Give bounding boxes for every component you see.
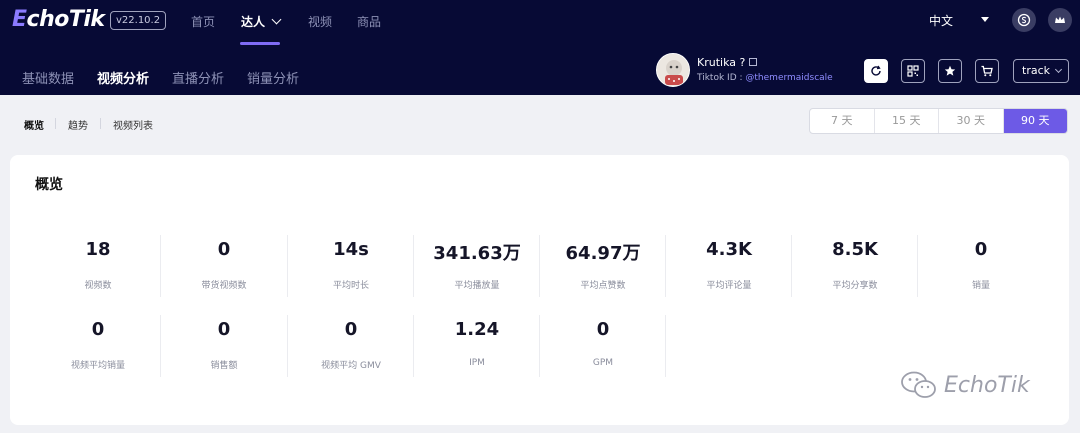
caret-down-icon[interactable]	[981, 17, 989, 22]
metric-value: 64.97万	[565, 243, 641, 264]
metric-label: IPM	[469, 358, 485, 368]
tab-divider	[100, 118, 101, 129]
metric-label: 平均时长	[332, 281, 369, 291]
subnav-live-analysis[interactable]: 直播分析	[172, 68, 224, 87]
active-nav-indicator	[240, 42, 280, 45]
qr-code-button[interactable]	[901, 59, 925, 83]
avatar[interactable]	[656, 53, 690, 87]
metric-avg-duration: 14s 平均时长	[288, 236, 414, 302]
metric-value: 0	[217, 319, 231, 340]
metric-value: 0	[344, 319, 358, 340]
metric-avg-likes: 64.97万 平均点赞数	[540, 236, 666, 302]
tab-trend[interactable]: 趋势	[68, 117, 88, 132]
metric-value: 8.5K	[832, 239, 878, 260]
chevron-down-icon	[271, 14, 282, 25]
range-90-days[interactable]: 90 天	[1003, 109, 1067, 133]
track-select-value: track	[1022, 64, 1050, 77]
echotik-logo[interactable]: EchoTik	[12, 7, 105, 32]
metric-label: 平均分享数	[832, 281, 878, 291]
tab-video-list[interactable]: 视频列表	[113, 117, 153, 132]
metric-label: 销售额	[210, 361, 238, 371]
subnav-video-analysis[interactable]: 视频分析	[97, 68, 149, 87]
metric-value: 4.3K	[706, 239, 752, 260]
cart-button[interactable]	[975, 59, 999, 83]
refresh-button[interactable]	[864, 59, 888, 83]
metric-label: 视频平均 GMV	[321, 361, 381, 371]
metric-value: 1.24	[454, 319, 500, 340]
metric-sales-amount: 0 销售额	[161, 316, 287, 382]
subnav-basic-data[interactable]: 基础数据	[22, 68, 74, 87]
coin-button[interactable]	[1012, 8, 1036, 32]
qr-code-icon	[907, 65, 919, 77]
range-7-days[interactable]: 7 天	[810, 109, 875, 133]
metric-value: 0	[596, 319, 610, 340]
wechat-icon	[901, 371, 936, 398]
overview-title: 概览	[35, 177, 63, 193]
nav-item-home[interactable]: 首页	[191, 13, 215, 30]
crown-icon	[1055, 16, 1065, 23]
refresh-icon	[871, 65, 881, 76]
metric-label: GPM	[592, 358, 614, 368]
metric-ipm: 1.24 IPM	[414, 316, 540, 382]
star-icon	[944, 65, 956, 76]
watermark: EchoTik	[900, 370, 1030, 400]
date-range-selector: 7 天 15 天 30 天 90 天	[809, 108, 1068, 134]
tab-overview[interactable]: 概览	[24, 117, 44, 132]
nav-item-videos[interactable]: 视频	[308, 13, 332, 30]
chevron-down-icon	[1054, 65, 1063, 74]
metric-label: 带货视频数	[201, 281, 247, 291]
metric-avg-sales-per-video: 0 视频平均销量	[35, 316, 161, 382]
metric-value: 18	[85, 239, 111, 260]
coin-icon	[1017, 13, 1031, 27]
metric-selling-video-count: 0 带货视频数	[161, 236, 287, 302]
tiktok-id-label: Tiktok ID :	[697, 73, 743, 83]
metric-avg-shares: 8.5K 平均分享数	[792, 236, 918, 302]
metric-avg-comments: 4.3K 平均评论量	[666, 236, 792, 302]
metric-video-count: 18 视频数	[35, 236, 161, 302]
subnav-sales-analysis[interactable]: 销量分析	[247, 68, 299, 87]
range-30-days[interactable]: 30 天	[939, 109, 1004, 133]
metric-value: 0	[91, 319, 105, 340]
metric-label: 平均播放量	[454, 281, 500, 291]
metric-divider	[665, 315, 666, 377]
metric-value: 0	[974, 239, 988, 260]
metric-value: 14s	[333, 239, 369, 260]
cart-icon	[981, 65, 993, 77]
watermark-text: EchoTik	[944, 372, 1030, 398]
nav-item-creators-label: 达人	[241, 15, 266, 29]
tiktok-id: Tiktok ID : @themermaidscale	[697, 73, 833, 83]
range-15-days[interactable]: 15 天	[875, 109, 939, 133]
metric-label: 视频平均销量	[70, 361, 125, 371]
tiktok-handle-link[interactable]: @themermaidscale	[745, 73, 832, 83]
metric-sales-volume: 0 销量	[918, 236, 1044, 302]
avatar-illustration-icon	[657, 54, 689, 86]
nav-item-products[interactable]: 商品	[357, 13, 381, 30]
copy-icon[interactable]	[749, 58, 758, 66]
tab-divider	[55, 118, 56, 129]
top-header: EchoTik v22.10.2 首页 达人 视频 商品 中文 基础数据 视频分…	[0, 0, 1080, 95]
language-selector[interactable]: 中文	[929, 12, 953, 29]
metric-label: 销量	[971, 281, 990, 291]
creator-name: Krutika ?	[697, 56, 758, 69]
metric-gpm: 0 GPM	[540, 316, 666, 382]
metric-label: 平均评论量	[706, 281, 752, 291]
nav-item-creators[interactable]: 达人	[241, 13, 282, 30]
metric-avg-gmv-per-video: 0 视频平均 GMV	[288, 316, 414, 382]
creator-name-text: Krutika ?	[697, 56, 746, 69]
metric-value: 341.63万	[433, 243, 521, 264]
version-badge: v22.10.2	[110, 11, 167, 30]
favorite-button[interactable]	[938, 59, 962, 83]
metric-label: 平均点赞数	[580, 281, 626, 291]
metric-value: 0	[217, 239, 231, 260]
vip-button[interactable]	[1048, 8, 1072, 32]
metric-avg-views: 341.63万 平均播放量	[414, 236, 540, 302]
metric-label: 视频数	[84, 281, 112, 291]
track-select[interactable]: track	[1013, 59, 1069, 83]
